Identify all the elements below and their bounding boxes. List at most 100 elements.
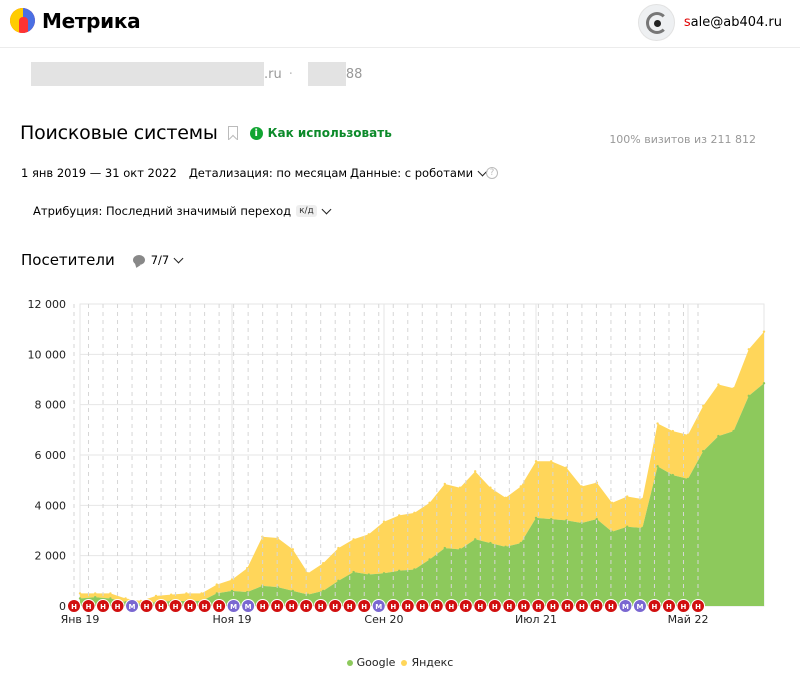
annotation-marker-label: Н	[318, 603, 324, 611]
data-point-yandex	[154, 594, 158, 598]
annotation-marker-label: Н	[448, 603, 454, 611]
detail-selector[interactable]: Детализация: по месяцам	[189, 166, 347, 180]
data-point-google	[382, 572, 386, 575]
howto-link[interactable]: i Как использовать	[249, 126, 392, 140]
annotations-count: 7/7	[150, 253, 170, 267]
x-tick-label: Янв 19	[61, 613, 100, 626]
data-point-google	[109, 597, 112, 600]
comment-icon	[132, 255, 145, 265]
annotations-selector[interactable]: 7/7	[132, 253, 184, 267]
annotation-marker-label: М	[129, 603, 136, 611]
user-email[interactable]: sale@ab404.ru	[684, 15, 782, 30]
howto-label: Как использовать	[267, 126, 392, 140]
data-point-yandex	[443, 482, 446, 486]
data-point-yandex	[762, 330, 766, 333]
annotation-marker-label: Н	[652, 603, 658, 611]
visitors-chart[interactable]: 12 00010 0008 0006 0004 0002 0000 Н Н Н Н М Н Н…	[0, 290, 800, 640]
attribution-badge: к/д	[296, 205, 317, 217]
metrika-logo[interactable]: Метрика	[10, 8, 141, 33]
avatar[interactable]	[637, 4, 675, 41]
y-tick-label: 12 000	[28, 298, 67, 311]
annotation-marker-label: Н	[86, 603, 92, 611]
data-point-google	[352, 570, 355, 574]
data-point-google	[686, 477, 690, 481]
annotation-marker-label: Н	[695, 603, 701, 611]
y-tick-label: 4 000	[35, 499, 67, 512]
chevron-down-icon	[321, 204, 332, 214]
data-point-google	[428, 558, 431, 561]
annotation-marker-label: Н	[187, 603, 193, 611]
data-point-yandex	[550, 460, 553, 463]
legend-item-google[interactable]: Google	[346, 656, 395, 669]
site-selector[interactable]: .ru · 88	[31, 62, 362, 86]
annotation-marker-label: Н	[463, 603, 469, 611]
data-point-yandex	[215, 583, 218, 586]
data-point-yandex	[185, 592, 188, 595]
annotation-marker-label: Н	[681, 603, 687, 611]
legend-label-yandex: Яндекс	[411, 656, 454, 669]
annotation-marker-label: М	[636, 603, 643, 611]
bookmark-icon[interactable]	[227, 126, 238, 140]
logo-text: Метрика	[42, 8, 141, 33]
visualization-header: Посетители 7/7	[21, 251, 184, 269]
data-point-yandex	[170, 593, 173, 596]
data-point-yandex	[671, 429, 674, 433]
data-point-google	[762, 382, 766, 385]
data-point-yandex	[732, 387, 735, 390]
annotation-marker-label: М	[622, 603, 629, 611]
data-point-google	[717, 434, 720, 438]
data-point-google	[534, 516, 538, 520]
data-selector[interactable]: Данные: с роботами	[350, 166, 488, 180]
report-filters: 1 янв 2019 — 31 окт 2022 Детализация: по…	[21, 166, 347, 180]
visits-share: 100% визитов из 211 812	[609, 133, 756, 146]
annotation-marker-label: Н	[71, 603, 77, 611]
data-point-yandex	[641, 497, 644, 501]
annotation-marker-label: Н	[144, 603, 150, 611]
data-point-yandex	[124, 597, 127, 600]
data-point-yandex	[322, 562, 325, 565]
annotation-marker-label: Н	[593, 603, 599, 611]
data-point-yandex	[519, 485, 522, 488]
data-point-yandex	[626, 495, 629, 498]
annotation-marker-label: Н	[260, 603, 266, 611]
data-point-yandex	[337, 546, 340, 550]
help-icon[interactable]: ?	[486, 167, 498, 179]
data-point-google	[474, 538, 477, 541]
annotation-marker-label: Н	[303, 603, 309, 611]
data-point-google	[747, 394, 750, 398]
data-point-google	[306, 593, 310, 596]
annotation-marker-label: М	[375, 603, 382, 611]
annotation-marker-label: Н	[535, 603, 541, 611]
data-point-yandex	[656, 422, 659, 425]
data-point-yandex	[428, 501, 431, 505]
data-point-google	[702, 450, 705, 453]
data-point-yandex	[474, 470, 477, 473]
attribution-selector[interactable]: Атрибуция: Последний значимый переход к/…	[33, 204, 332, 218]
data-point-yandex	[109, 592, 112, 595]
legend-item-yandex[interactable]: Яндекс	[401, 656, 453, 669]
annotation-marker-label: Н	[521, 603, 527, 611]
user-menu[interactable]: sale@ab404.ru	[637, 4, 782, 41]
data-point-google	[291, 589, 294, 593]
data-point-yandex	[367, 533, 370, 536]
annotation-marker-label: Н	[361, 603, 367, 611]
data-point-google	[413, 568, 416, 571]
data-point-yandex	[291, 548, 294, 551]
data-point-yandex	[489, 486, 492, 489]
annotation-marker-label: М	[245, 603, 252, 611]
date-range-picker[interactable]: 1 янв 2019 — 31 окт 2022	[21, 166, 177, 180]
top-bar: Метрика sale@ab404.ru	[0, 0, 800, 48]
annotation-marker-label: Н	[274, 603, 280, 611]
annotation-marker-label: Н	[202, 603, 208, 611]
data-point-yandex	[78, 592, 82, 595]
annotation-marker-label: Н	[564, 603, 570, 611]
annotation-marker-label: Н	[405, 603, 411, 611]
y-tick-label: 8 000	[35, 399, 67, 412]
annotation-marker-label: Н	[115, 603, 121, 611]
data-point-yandex	[580, 485, 583, 488]
data-point-google	[550, 517, 553, 521]
counter-id-redacted	[307, 62, 346, 86]
x-tick-label: Ноя 19	[212, 613, 251, 626]
data-point-google	[458, 548, 462, 551]
data-selector-label: Данные: с роботами	[350, 166, 474, 180]
